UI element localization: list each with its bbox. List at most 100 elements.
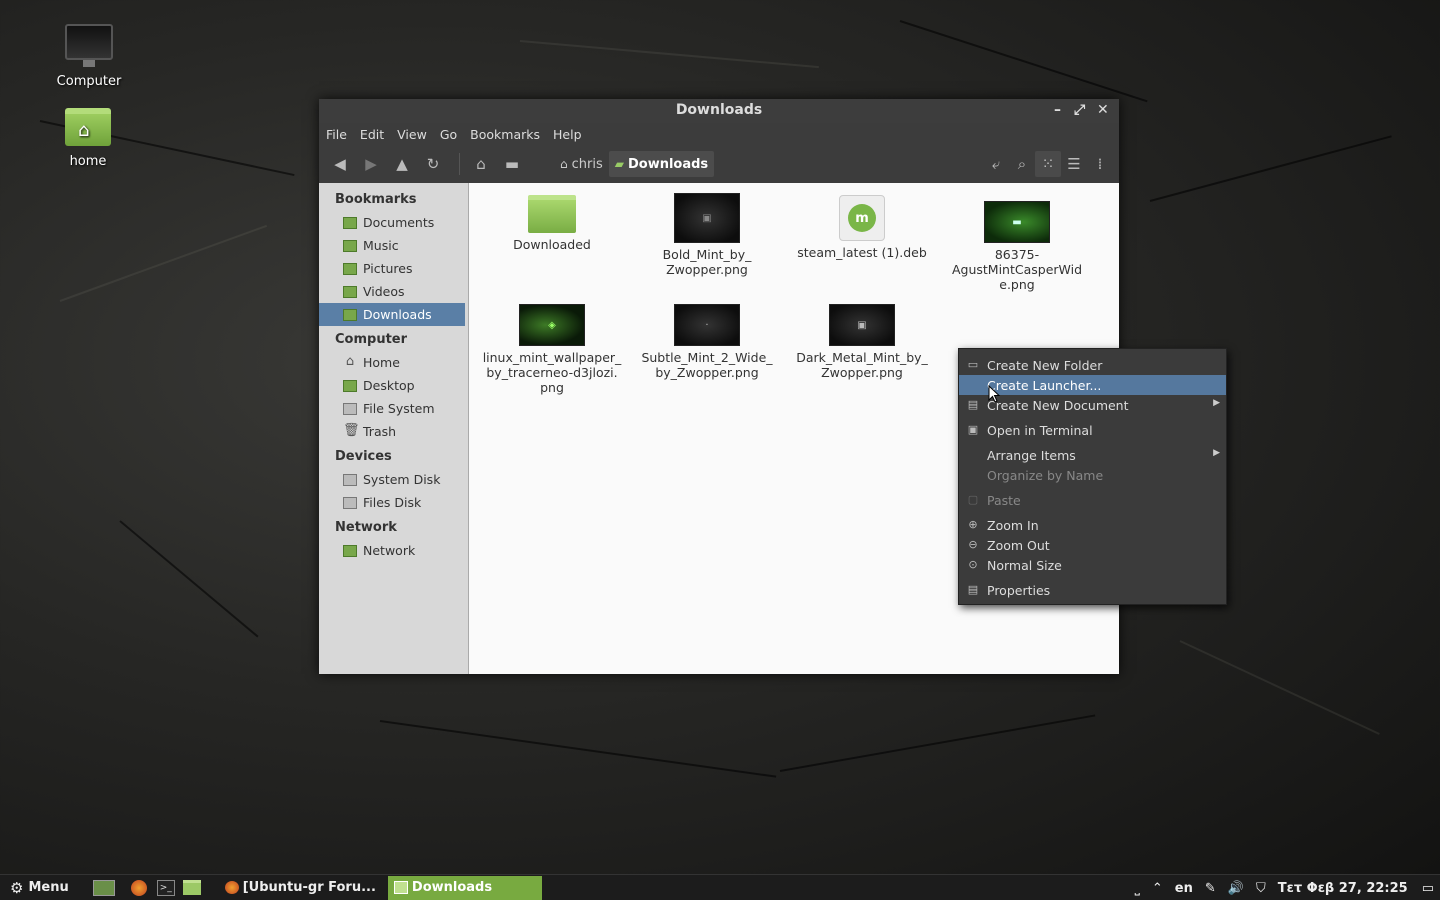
properties-icon: ▤ (967, 583, 979, 596)
sidebar-item-downloads[interactable]: Downloads (319, 303, 465, 326)
sidebar-item-files-disk[interactable]: Files Disk (319, 491, 468, 514)
network-icon (343, 544, 357, 557)
file-name: png (540, 380, 564, 395)
breadcrumb-label: chris (571, 156, 603, 172)
menu-item-arrange-items[interactable]: Arrange Items ▶ (959, 445, 1226, 465)
menu-edit[interactable]: Edit (360, 123, 390, 145)
menu-file[interactable]: File (326, 123, 353, 145)
image-thumbnail-icon: ▬ (984, 201, 1050, 243)
maximize-button[interactable]: ⤢ (1074, 102, 1085, 118)
folder-icon (343, 285, 357, 298)
drive-icon (343, 496, 357, 509)
taskbar: ⚙ Menu >_ [Ubuntu-gr Foru... Downloads ⎵… (0, 874, 1440, 900)
sidebar-item-trash[interactable]: 🗑 Trash (319, 420, 468, 443)
submenu-arrow-icon: ▶ (1213, 448, 1220, 458)
desktop-icon-label: Computer (56, 74, 122, 89)
shield-icon[interactable]: ⛉ (1256, 881, 1266, 896)
menu-item-properties[interactable]: ▤ Properties (959, 580, 1226, 600)
back-icon[interactable]: ◀ (327, 151, 353, 177)
start-menu-button[interactable]: ⚙ Menu (0, 879, 79, 897)
notifications-icon[interactable]: ▭ (1422, 881, 1434, 896)
zoom-normal-icon: ⊙ (968, 558, 978, 571)
task-downloads[interactable]: Downloads (387, 875, 542, 900)
sidebar-item-videos[interactable]: Videos (319, 280, 468, 303)
files-icon[interactable] (182, 880, 201, 895)
compact-view-icon[interactable]: ⁞ (1087, 151, 1113, 177)
menu-item-organize-by-name: Organize by Name (987, 467, 1104, 483)
sidebar-item-desktop[interactable]: Desktop (319, 374, 468, 397)
menu-item-zoom-in[interactable]: ⊕ Zoom In (959, 515, 1226, 535)
computer-icon (65, 24, 113, 67)
task-ubuntu-gr-forum[interactable]: [Ubuntu-gr Foru... (219, 876, 382, 900)
folder-icon: ▭ (967, 358, 979, 371)
icon-view-icon[interactable]: ⁙ (1035, 151, 1061, 177)
menu-view[interactable]: View (397, 123, 433, 145)
file-name: AgustMintCasperWid (951, 262, 1083, 277)
menu-item-create-new-folder[interactable]: ▭ Create New Folder (959, 355, 1226, 375)
breadcrumb-downloads[interactable]: ▰ Downloads (608, 151, 715, 177)
file-item[interactable]: ▬ 86375- AgustMintCasperWid e.png (942, 193, 1092, 292)
forward-icon[interactable]: ▶ (358, 151, 384, 177)
image-thumbnail-icon: · (674, 304, 740, 346)
reload-icon[interactable]: ↻ (420, 151, 446, 177)
sidebar-item-file-system[interactable]: File System (319, 397, 468, 420)
image-thumbnail-icon: ▣ (674, 193, 740, 243)
gear-icon: ⚙ (10, 878, 24, 897)
file-name: 86375- (994, 247, 1040, 262)
sidebar-heading-bookmarks: Bookmarks (335, 192, 417, 207)
terminal-icon[interactable]: >_ (156, 879, 175, 896)
computer-view-icon[interactable]: ▬ (499, 151, 525, 177)
file-item[interactable]: · Subtle_Mint_2_Wide_ by_Zwopper.png (632, 304, 782, 380)
sidebar-item-documents[interactable]: Documents (319, 211, 468, 234)
file-item[interactable]: ◈ linux_mint_wallpaper_ by_tracerneo-d3j… (477, 304, 627, 395)
home-icon: ⌂ (345, 353, 355, 369)
minimize-button[interactable]: – (1054, 102, 1061, 118)
menu-bookmarks[interactable]: Bookmarks (470, 123, 546, 145)
sidebar-item-system-disk[interactable]: System Disk (319, 468, 468, 491)
menu-bar: File Edit View Go Bookmarks Help (319, 123, 1119, 145)
menu-help[interactable]: Help (553, 123, 588, 145)
toggle-location-icon[interactable]: ⤶ (983, 151, 1009, 177)
pen-icon[interactable]: ✎ (1205, 881, 1216, 896)
submenu-arrow-icon: ▶ (1213, 398, 1220, 408)
up-icon[interactable]: ▲ (389, 151, 415, 177)
file-item[interactable]: ▣ Dark_Metal_Mint_by_ Zwopper.png (787, 304, 937, 380)
file-item[interactable]: Downloaded (477, 195, 627, 252)
search-icon[interactable]: ⌕ (1009, 151, 1035, 177)
volume-icon[interactable]: 🔊 (1228, 881, 1244, 896)
menu-item-open-in-terminal[interactable]: ▣ Open in Terminal (959, 420, 1226, 440)
clock[interactable]: Τετ Φεβ 27, 22:25 (1278, 881, 1408, 896)
file-name: e.png (999, 277, 1035, 292)
image-thumbnail-icon: ◈ (519, 304, 585, 346)
mouse-cursor-icon (988, 385, 1000, 403)
menu-go[interactable]: Go (440, 123, 463, 145)
list-view-icon[interactable]: ☰ (1061, 151, 1087, 177)
folder-icon (528, 195, 576, 233)
desktop-icon-label: home (69, 154, 107, 169)
sidebar-item-music[interactable]: Music (319, 234, 468, 257)
title-bar[interactable]: Downloads – ⤢ ✕ (319, 99, 1119, 123)
breadcrumb-chris[interactable]: ⌂ chris (554, 151, 609, 177)
folder-icon (393, 881, 408, 894)
file-item[interactable]: ▣ Bold_Mint_by_ Zwopper.png (632, 193, 782, 277)
desktop-icon-home[interactable]: ⌂ home (38, 108, 138, 169)
file-name: Bold_Mint_by_ (662, 247, 752, 262)
desktop-icon-computer[interactable]: Computer (39, 24, 139, 89)
sidebar-item-home[interactable]: ⌂ Home (319, 351, 468, 374)
file-item[interactable]: m steam_latest (1).deb (787, 195, 937, 260)
file-name: Dark_Metal_Mint_by_ (796, 350, 928, 365)
workspace-icon[interactable]: ⎵ (1135, 881, 1140, 896)
zoom-out-icon: ⊖ (968, 538, 978, 551)
show-desktop-icon[interactable] (92, 879, 115, 896)
menu-item-normal-size[interactable]: ⊙ Normal Size (959, 555, 1226, 575)
keyboard-layout[interactable]: en (1175, 881, 1193, 896)
firefox-icon[interactable] (130, 879, 147, 896)
sidebar-item-network[interactable]: Network (319, 539, 468, 562)
file-name: Downloaded (513, 237, 591, 252)
toolbar: ◀ ▶ ▲ ↻ ⌂ ▬ ⌂ chris ▰ Downloads ⤶ ⌕ ⁙ ☰ … (319, 145, 1119, 183)
home-icon[interactable]: ⌂ (468, 151, 494, 177)
close-button[interactable]: ✕ (1097, 102, 1109, 118)
sidebar-item-pictures[interactable]: Pictures (319, 257, 468, 280)
chevron-up-icon[interactable]: ⌃ (1152, 881, 1163, 896)
menu-item-zoom-out[interactable]: ⊖ Zoom Out (959, 535, 1226, 555)
